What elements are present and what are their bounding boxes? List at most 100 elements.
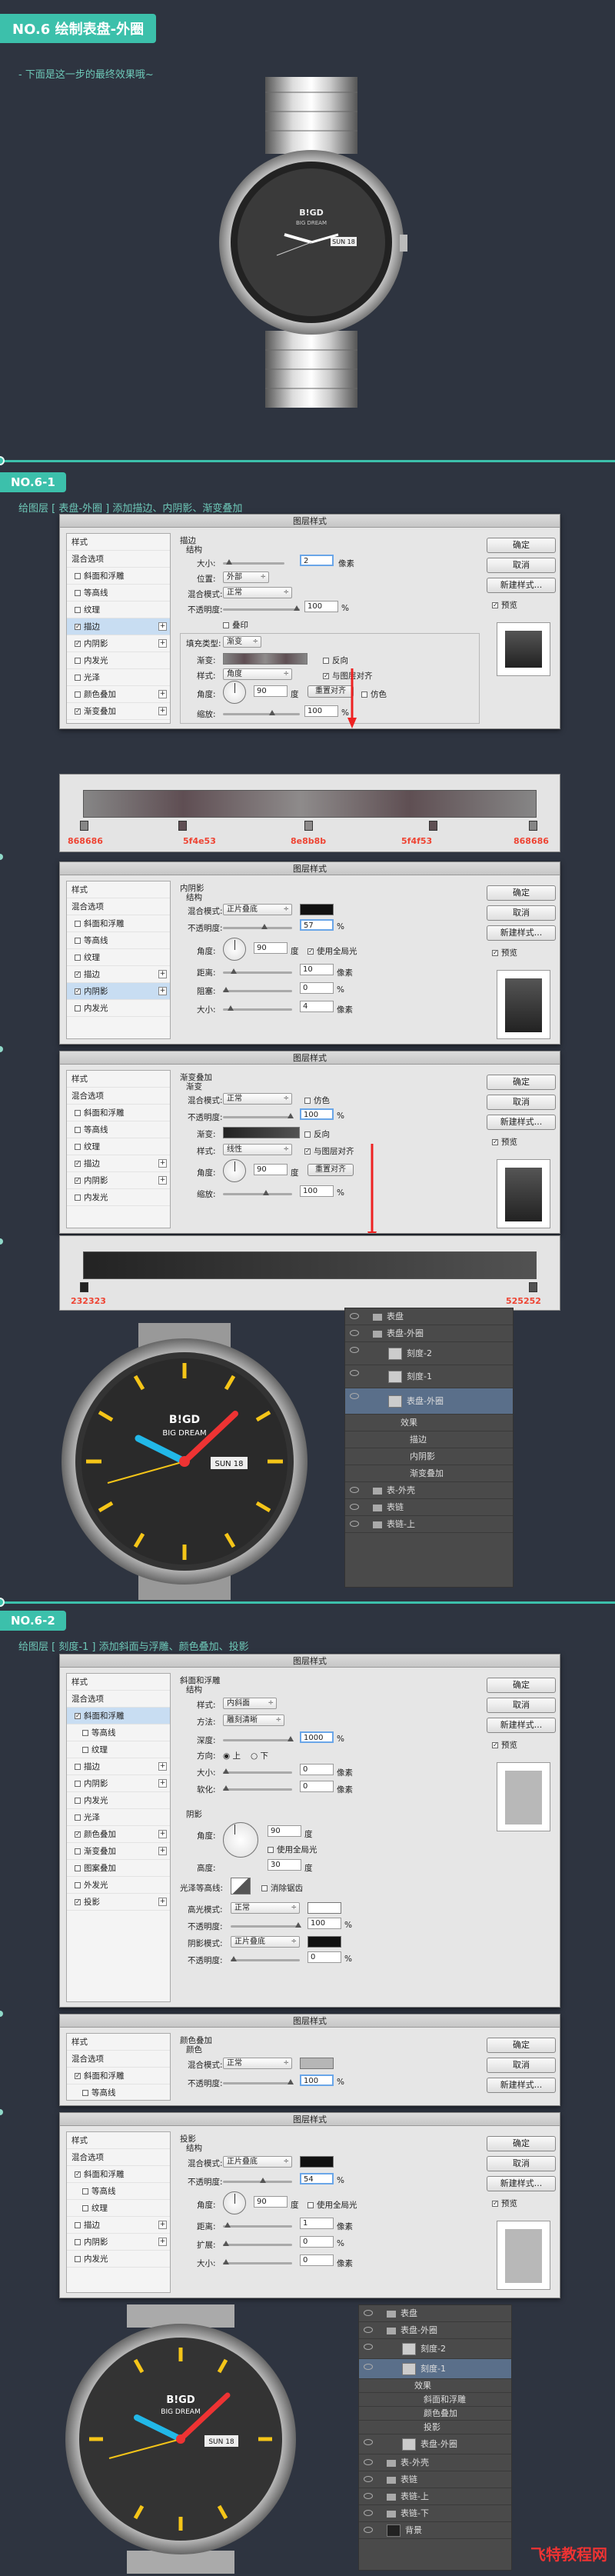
new-style-button[interactable]: 新建样式... <box>487 2176 556 2191</box>
style-item-texture[interactable]: 纹理 <box>67 949 170 966</box>
distance-input[interactable]: 1 <box>300 2218 334 2229</box>
style-select[interactable]: 线性 <box>223 1144 292 1155</box>
spread-input[interactable]: 0 <box>300 2236 334 2248</box>
dither-checkbox[interactable]: 仿色 <box>361 688 387 700</box>
overlay-color[interactable] <box>300 2058 334 2069</box>
cancel-button[interactable]: 取消 <box>487 1095 556 1110</box>
blend-select[interactable]: 正常 <box>223 587 292 598</box>
style-item-inner-shadow[interactable]: 内阴影 + <box>67 2234 170 2251</box>
style-item-inner-glow[interactable]: 内发光 <box>67 1000 170 1017</box>
layer-row[interactable]: 表盘-外圈 <box>359 2322 511 2339</box>
shadow-opacity-slider[interactable] <box>231 1956 300 1961</box>
style-item-drop-shadow[interactable]: ✓ 投影 + <box>67 1894 170 1911</box>
layer-row[interactable]: 表链 <box>345 1499 513 1516</box>
layer-row[interactable]: 表链 <box>359 2471 511 2488</box>
opacity-input[interactable]: 54 <box>300 2173 334 2184</box>
size-input[interactable]: 0 <box>300 2254 334 2266</box>
depth-input[interactable]: 1000 <box>300 1731 334 1743</box>
style-item-contour[interactable]: 等高线 <box>67 2183 170 2200</box>
angle-dial[interactable] <box>223 1159 246 1182</box>
shadow-color[interactable] <box>300 2156 334 2168</box>
ok-button[interactable]: 确定 <box>487 1678 556 1693</box>
style-item-texture[interactable]: 纹理 <box>67 602 170 618</box>
opacity-input[interactable]: 57 <box>300 919 334 931</box>
shadow-color[interactable] <box>300 904 334 915</box>
angle-input[interactable]: 90 <box>254 685 288 697</box>
style-item-bevel[interactable]: 斜面和浮雕 <box>67 915 170 932</box>
overprint-checkbox[interactable]: 叠印 <box>223 619 248 631</box>
direction-up-radio[interactable]: ◉ 上 <box>223 1750 241 1761</box>
new-style-button[interactable]: 新建样式... <box>487 578 556 593</box>
style-item-blending[interactable]: 混合选项 <box>67 1691 170 1708</box>
method-select[interactable]: 雕刻清晰 <box>223 1715 284 1726</box>
gradient-swatch[interactable] <box>223 1127 300 1138</box>
style-item-texture[interactable]: 纹理 <box>67 2200 170 2217</box>
angle-input[interactable]: 90 <box>254 942 288 954</box>
reverse-checkbox[interactable]: 反向 <box>304 1128 330 1140</box>
style-item-pattern-overlay[interactable]: 图案叠加 <box>67 1860 170 1877</box>
style-item-inner-glow[interactable]: 内发光 <box>67 652 170 669</box>
layer-effect-row[interactable]: 内阴影 <box>345 1448 513 1465</box>
cancel-button[interactable]: 取消 <box>487 905 556 921</box>
opacity-input[interactable]: 100 <box>304 601 338 612</box>
style-item-texture[interactable]: 纹理 <box>67 1741 170 1758</box>
cancel-button[interactable]: 取消 <box>487 1698 556 1713</box>
layer-effect-row[interactable]: 投影 <box>359 2421 511 2434</box>
global-light-checkbox[interactable]: 使用全局光 <box>268 1844 317 1855</box>
preview-checkbox[interactable]: ✓ 预览 <box>492 1739 517 1751</box>
style-item-bevel[interactable]: 斜面和浮雕 <box>67 1105 170 1121</box>
blend-select[interactable]: 正常 <box>223 1093 292 1105</box>
cancel-button[interactable]: 取消 <box>487 2058 556 2073</box>
angle-input[interactable]: 90 <box>254 2196 288 2208</box>
layer-row[interactable]: 表盘-外圈 <box>359 2434 511 2454</box>
size-slider[interactable] <box>223 1005 292 1011</box>
style-item-contour[interactable]: 等高线 <box>67 1121 170 1138</box>
altitude-input[interactable]: 30 <box>268 1859 301 1871</box>
layer-effect-row[interactable]: 颜色叠加 <box>359 2407 511 2421</box>
style-item-blending[interactable]: 混合选项 <box>67 2149 170 2166</box>
layer-effect-row[interactable]: 描边 <box>345 1431 513 1448</box>
gradient-stop[interactable] <box>529 821 537 831</box>
layer-row[interactable]: 背景 <box>359 2522 511 2539</box>
style-item-inner-shadow[interactable]: ✓ 内阴影 + <box>67 635 170 652</box>
style-item-color-overlay[interactable]: ✓ 颜色叠加 + <box>67 1826 170 1843</box>
choke-input[interactable]: 0 <box>300 982 334 994</box>
cancel-button[interactable]: 取消 <box>487 558 556 573</box>
shadow-color[interactable] <box>308 1936 341 1948</box>
size-slider[interactable] <box>223 559 284 565</box>
layer-row[interactable]: 表盘 <box>359 2305 511 2322</box>
style-item-satin[interactable]: 光泽 <box>67 669 170 686</box>
angle-input[interactable]: 90 <box>268 1825 301 1837</box>
reset-align-button[interactable]: 重置对齐 <box>308 685 354 698</box>
opacity-slider[interactable] <box>223 605 300 611</box>
style-item-satin[interactable]: 光泽 <box>67 1809 170 1826</box>
style-item-contour[interactable]: 等高线 <box>67 585 170 602</box>
ok-button[interactable]: 确定 <box>487 2136 556 2151</box>
new-style-button[interactable]: 新建样式... <box>487 1115 556 1130</box>
new-style-button[interactable]: 新建样式... <box>487 925 556 941</box>
blend-select[interactable]: 正常 <box>223 2058 292 2069</box>
shadow-mode-select[interactable]: 正片叠底 <box>231 1936 300 1948</box>
reset-align-button[interactable]: 重置对齐 <box>308 1164 354 1176</box>
opacity-input[interactable]: 100 <box>300 1108 334 1120</box>
layer-row[interactable]: 刻度-1 <box>345 1365 513 1388</box>
distance-slider[interactable] <box>223 2222 292 2228</box>
style-item-stroke[interactable]: ✓ 描边 + <box>67 618 170 635</box>
direction-down-radio[interactable]: ○ 下 <box>251 1750 268 1761</box>
depth-slider[interactable] <box>223 1736 294 1741</box>
style-item-bevel[interactable]: 斜面和浮雕 <box>67 568 170 585</box>
preview-checkbox[interactable]: ✓ 预览 <box>492 599 517 611</box>
new-style-button[interactable]: 新建样式... <box>487 1718 556 1733</box>
layer-effect-row[interactable]: 斜面和浮雕 <box>359 2393 511 2407</box>
preview-checkbox[interactable]: ✓ 预览 <box>492 2198 517 2209</box>
new-style-button[interactable]: 新建样式... <box>487 2078 556 2093</box>
highlight-opacity-input[interactable]: 100 <box>308 1918 341 1929</box>
style-item-blending[interactable]: 混合选项 <box>67 2051 170 2068</box>
style-item-gradient-overlay[interactable]: ✓ 渐变叠加 + <box>67 703 170 720</box>
opacity-input[interactable]: 100 <box>300 2074 334 2086</box>
gradient-stop[interactable] <box>178 821 187 831</box>
ok-button[interactable]: 确定 <box>487 1075 556 1090</box>
gradient-swatch[interactable] <box>223 653 308 665</box>
angle-dial[interactable] <box>223 681 246 704</box>
soften-input[interactable]: 0 <box>300 1781 334 1792</box>
